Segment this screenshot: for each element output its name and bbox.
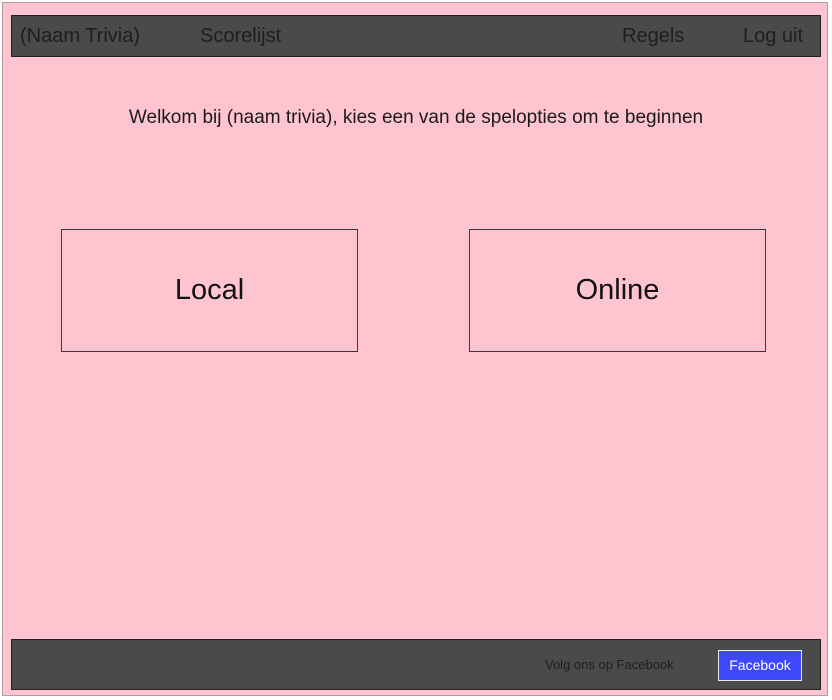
nav-rules-link[interactable]: Regels (622, 16, 684, 56)
online-mode-label: Online (575, 274, 660, 306)
footer-bar: Volg ons op Facebook Facebook (11, 639, 821, 690)
logout-link[interactable]: Log uit (743, 16, 803, 56)
nav-scoreboard-link[interactable]: Scorelijst (200, 16, 281, 56)
page-frame: (Naam Trivia) Scorelijst Regels Log uit … (2, 2, 828, 696)
local-mode-label: Local (174, 274, 245, 306)
facebook-button[interactable]: Facebook (718, 650, 802, 681)
online-mode-button[interactable]: Online (469, 229, 766, 352)
follow-facebook-text: Volg ons op Facebook (545, 657, 674, 672)
top-navbar: (Naam Trivia) Scorelijst Regels Log uit (11, 15, 821, 57)
local-mode-button[interactable]: Local (61, 229, 358, 352)
welcome-message: Welkom bij (naam trivia), kies een van d… (128, 107, 704, 128)
brand-link[interactable]: (Naam Trivia) (20, 16, 140, 56)
